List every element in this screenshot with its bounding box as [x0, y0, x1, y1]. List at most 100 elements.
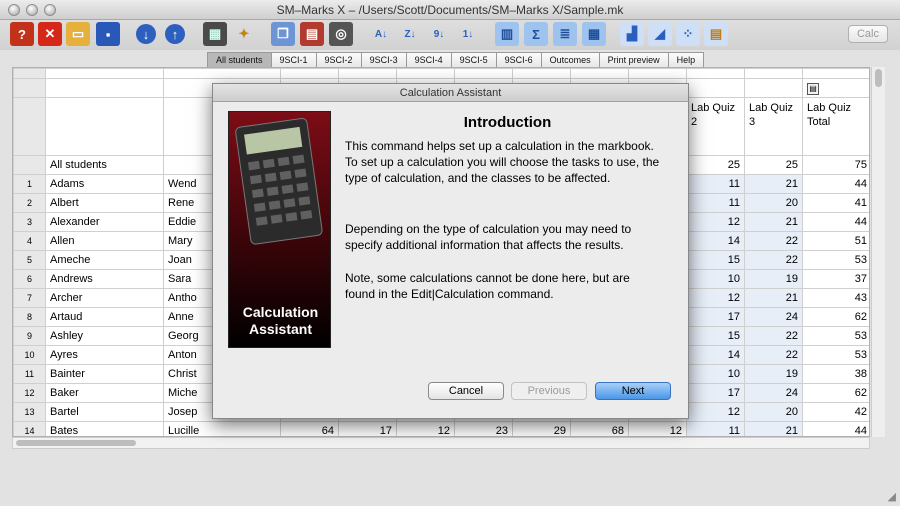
calc-button[interactable]: Calc [848, 25, 888, 43]
table-row[interactable]: 14 Bates Lucille 64 17 12 23 29 68 12 11 21 44 [13, 421, 869, 436]
tab-9sci-3[interactable]: 9SCI-3 [361, 52, 407, 68]
calculator-icon[interactable]: ▦ [203, 22, 227, 46]
report-icon[interactable]: ▤ [704, 22, 728, 46]
cell[interactable]: 22 [744, 345, 803, 365]
cell[interactable]: 14 [686, 345, 745, 365]
sort-za-icon[interactable]: Z↓ [398, 22, 422, 46]
magic-wand-icon[interactable]: ✦ [232, 22, 256, 46]
cell[interactable]: 21 [744, 288, 803, 308]
cell[interactable]: 37 [802, 269, 869, 289]
scatter-icon[interactable]: ⁘ [676, 22, 700, 46]
last-name-cell[interactable]: Alexander [45, 212, 164, 232]
cell[interactable]: 12 [686, 212, 745, 232]
paste-icon[interactable]: ▤ [300, 22, 324, 46]
find-icon[interactable]: ◎ [329, 22, 353, 46]
horizontal-scrollbar[interactable] [12, 437, 870, 449]
cell[interactable]: 53 [802, 326, 869, 346]
cell[interactable]: 14 [686, 231, 745, 251]
cell[interactable]: 42 [802, 402, 869, 422]
last-name-cell[interactable]: Artaud [45, 307, 164, 327]
cell[interactable]: 24 [744, 383, 803, 403]
calculated-column-icon[interactable]: ▤ [807, 82, 819, 95]
column-header[interactable]: Lab Quiz 3 [744, 97, 803, 156]
cell[interactable]: 51 [802, 231, 869, 251]
cell[interactable]: 24 [744, 307, 803, 327]
tab-all-students[interactable]: All students [207, 52, 272, 68]
row-number[interactable]: 14 [13, 421, 46, 436]
row-number[interactable]: 8 [13, 307, 46, 327]
cell[interactable]: 22 [744, 231, 803, 251]
cell[interactable]: 53 [802, 345, 869, 365]
cell[interactable]: 20 [744, 402, 803, 422]
cell[interactable]: 43 [802, 288, 869, 308]
last-name-cell[interactable]: Andrews [45, 269, 164, 289]
last-name-cell[interactable]: Allen [45, 231, 164, 251]
cell[interactable]: 11 [686, 174, 745, 194]
cell[interactable]: 21 [744, 421, 803, 436]
row-number[interactable]: 3 [13, 212, 46, 232]
last-name-cell[interactable]: Bainter [45, 364, 164, 384]
cell[interactable]: 25 [744, 155, 803, 175]
cell[interactable]: 19 [744, 364, 803, 384]
column-icon[interactable]: ▥ [495, 22, 519, 46]
last-name-cell[interactable]: Ashley [45, 326, 164, 346]
last-name-cell[interactable]: Adams [45, 174, 164, 194]
row-number[interactable]: 5 [13, 250, 46, 270]
tab-help[interactable]: Help [668, 52, 705, 68]
save-icon[interactable]: ▪ [96, 22, 120, 46]
cell[interactable]: 68 [570, 421, 629, 436]
minimize-window-button[interactable] [26, 4, 38, 16]
zoom-window-button[interactable] [44, 4, 56, 16]
last-name-cell[interactable]: Archer [45, 288, 164, 308]
tab-9sci-2[interactable]: 9SCI-2 [316, 52, 362, 68]
last-name-cell[interactable]: Bates [45, 421, 164, 436]
row-number[interactable]: 10 [13, 345, 46, 365]
cell[interactable]: 17 [686, 383, 745, 403]
cell[interactable]: 38 [802, 364, 869, 384]
row-number[interactable]: 6 [13, 269, 46, 289]
column-header[interactable]: Lab Quiz 2 [686, 97, 745, 156]
sort-90-icon[interactable]: 1↓ [456, 22, 480, 46]
cell[interactable]: 11 [686, 193, 745, 213]
last-name-cell[interactable]: Ameche [45, 250, 164, 270]
cell[interactable]: 62 [802, 383, 869, 403]
close-window-button[interactable] [8, 4, 20, 16]
row-number[interactable]: 9 [13, 326, 46, 346]
next-button[interactable]: Next [595, 382, 671, 400]
cell[interactable]: 12 [686, 402, 745, 422]
arrow-up-icon[interactable]: ↑ [165, 24, 185, 44]
cell[interactable]: 23 [454, 421, 513, 436]
cell[interactable]: 29 [512, 421, 571, 436]
sort-az-icon[interactable]: A↓ [369, 22, 393, 46]
sum-icon[interactable]: Σ [524, 22, 548, 46]
tab-print-preview[interactable]: Print preview [599, 52, 669, 68]
last-name-cell[interactable]: Baker [45, 383, 164, 403]
cell[interactable]: 17 [686, 307, 745, 327]
cell[interactable]: 44 [802, 212, 869, 232]
last-name-cell[interactable]: Bartel [45, 402, 164, 422]
last-name-cell[interactable]: Albert [45, 193, 164, 213]
row-number[interactable]: 4 [13, 231, 46, 251]
cell[interactable]: 12 [396, 421, 455, 436]
cell[interactable]: 15 [686, 250, 745, 270]
cell[interactable]: 12 [686, 288, 745, 308]
cell[interactable]: 44 [802, 174, 869, 194]
cell[interactable]: 62 [802, 307, 869, 327]
cell[interactable]: 41 [802, 193, 869, 213]
cell[interactable]: 20 [744, 193, 803, 213]
open-folder-icon[interactable]: ▭ [66, 22, 90, 46]
cell[interactable]: 10 [686, 364, 745, 384]
arrow-down-icon[interactable]: ↓ [136, 24, 156, 44]
tab-9sci-1[interactable]: 9SCI-1 [271, 52, 317, 68]
row-number[interactable]: 13 [13, 402, 46, 422]
grid-icon[interactable]: ▦ [582, 22, 606, 46]
cell[interactable]: 17 [338, 421, 397, 436]
cell[interactable]: 21 [744, 212, 803, 232]
row-number[interactable]: 7 [13, 288, 46, 308]
tab-9sci-4[interactable]: 9SCI-4 [406, 52, 452, 68]
row-number[interactable]: 2 [13, 193, 46, 213]
cell[interactable]: 11 [686, 421, 745, 436]
vertical-scroll-thumb[interactable] [875, 69, 882, 87]
bar-chart-icon[interactable]: ▟ [620, 22, 644, 46]
cell[interactable]: 22 [744, 250, 803, 270]
